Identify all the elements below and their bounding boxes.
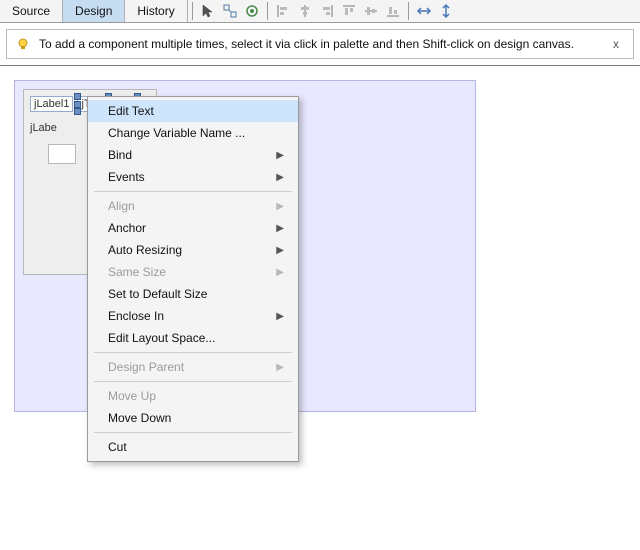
tab-source[interactable]: Source bbox=[0, 0, 63, 22]
menu-label: Auto Resizing bbox=[108, 243, 182, 257]
submenu-arrow-icon: ▶ bbox=[276, 362, 284, 373]
select-tool-icon[interactable] bbox=[199, 2, 217, 20]
context-menu: Edit Text Change Variable Name ... Bind ▶… bbox=[87, 96, 299, 462]
small-component[interactable] bbox=[48, 144, 76, 164]
menu-anchor[interactable]: Anchor ▶ bbox=[88, 217, 298, 239]
menu-enclose-in[interactable]: Enclose In ▶ bbox=[88, 305, 298, 327]
jlabel1[interactable]: jLabel1 bbox=[30, 96, 73, 112]
menu-change-variable-name[interactable]: Change Variable Name ... bbox=[88, 122, 298, 144]
menu-label: Same Size bbox=[108, 265, 166, 279]
toolbar-separator bbox=[267, 2, 268, 20]
submenu-arrow-icon: ▶ bbox=[276, 223, 284, 234]
menu-design-parent: Design Parent ▶ bbox=[88, 356, 298, 378]
menu-auto-resizing[interactable]: Auto Resizing ▶ bbox=[88, 239, 298, 261]
menu-separator bbox=[94, 432, 292, 433]
menu-separator bbox=[94, 352, 292, 353]
menu-separator bbox=[94, 381, 292, 382]
menu-move-down[interactable]: Move Down bbox=[88, 407, 298, 429]
menu-label: Edit Layout Space... bbox=[108, 331, 215, 345]
resize-handle[interactable] bbox=[74, 93, 81, 100]
align-top-icon[interactable] bbox=[340, 2, 358, 20]
menu-separator bbox=[94, 191, 292, 192]
menu-label: Enclose In bbox=[108, 309, 164, 323]
preview-tool-icon[interactable] bbox=[243, 2, 261, 20]
toolbar-separator bbox=[408, 2, 409, 20]
submenu-arrow-icon: ▶ bbox=[276, 150, 284, 161]
resize-vertical-icon[interactable] bbox=[437, 2, 455, 20]
menu-label: Change Variable Name ... bbox=[108, 126, 245, 140]
menu-events[interactable]: Events ▶ bbox=[88, 166, 298, 188]
align-right-icon[interactable] bbox=[318, 2, 336, 20]
menu-edit-layout-space[interactable]: Edit Layout Space... bbox=[88, 327, 298, 349]
menu-label: Anchor bbox=[108, 221, 146, 235]
align-hcenter-icon[interactable] bbox=[296, 2, 314, 20]
lightbulb-icon bbox=[15, 36, 31, 52]
toolbar-separator bbox=[192, 2, 193, 20]
hint-close-button[interactable]: x bbox=[607, 37, 625, 51]
menu-label: Move Up bbox=[108, 389, 156, 403]
resize-horizontal-icon[interactable] bbox=[415, 2, 433, 20]
submenu-arrow-icon: ▶ bbox=[276, 172, 284, 183]
menu-label: Align bbox=[108, 199, 135, 213]
align-bottom-icon[interactable] bbox=[384, 2, 402, 20]
menu-move-up: Move Up bbox=[88, 385, 298, 407]
menu-set-default-size[interactable]: Set to Default Size bbox=[88, 283, 298, 305]
resize-handle[interactable] bbox=[74, 108, 81, 115]
submenu-arrow-icon: ▶ bbox=[276, 311, 284, 322]
menu-cut[interactable]: Cut bbox=[88, 436, 298, 458]
submenu-arrow-icon: ▶ bbox=[276, 201, 284, 212]
resize-handle[interactable] bbox=[74, 101, 81, 108]
tab-history[interactable]: History bbox=[125, 0, 187, 22]
menu-label: Move Down bbox=[108, 411, 171, 425]
submenu-arrow-icon: ▶ bbox=[276, 245, 284, 256]
editor-tabs-toolbar: Source Design History bbox=[0, 0, 640, 23]
hint-bar: To add a component multiple times, selec… bbox=[6, 29, 634, 59]
align-vcenter-icon[interactable] bbox=[362, 2, 380, 20]
design-canvas[interactable]: jLabel1 jTextField1 jLabe Edit Text bbox=[14, 80, 476, 412]
menu-align: Align ▶ bbox=[88, 195, 298, 217]
menu-label: Edit Text bbox=[108, 104, 154, 118]
menu-label: Set to Default Size bbox=[108, 287, 207, 301]
menu-label: Events bbox=[108, 170, 145, 184]
tab-design[interactable]: Design bbox=[63, 0, 125, 22]
menu-edit-text[interactable]: Edit Text bbox=[88, 100, 298, 122]
menu-same-size: Same Size ▶ bbox=[88, 261, 298, 283]
menu-label: Design Parent bbox=[108, 360, 184, 374]
submenu-arrow-icon: ▶ bbox=[276, 267, 284, 278]
menu-label: Bind bbox=[108, 148, 132, 162]
connect-tool-icon[interactable] bbox=[221, 2, 239, 20]
hint-text: To add a component multiple times, selec… bbox=[39, 37, 607, 51]
menu-bind[interactable]: Bind ▶ bbox=[88, 144, 298, 166]
menu-label: Cut bbox=[108, 440, 127, 454]
work-area: jLabel1 jTextField1 jLabe Edit Text bbox=[0, 66, 640, 412]
align-left-icon[interactable] bbox=[274, 2, 292, 20]
